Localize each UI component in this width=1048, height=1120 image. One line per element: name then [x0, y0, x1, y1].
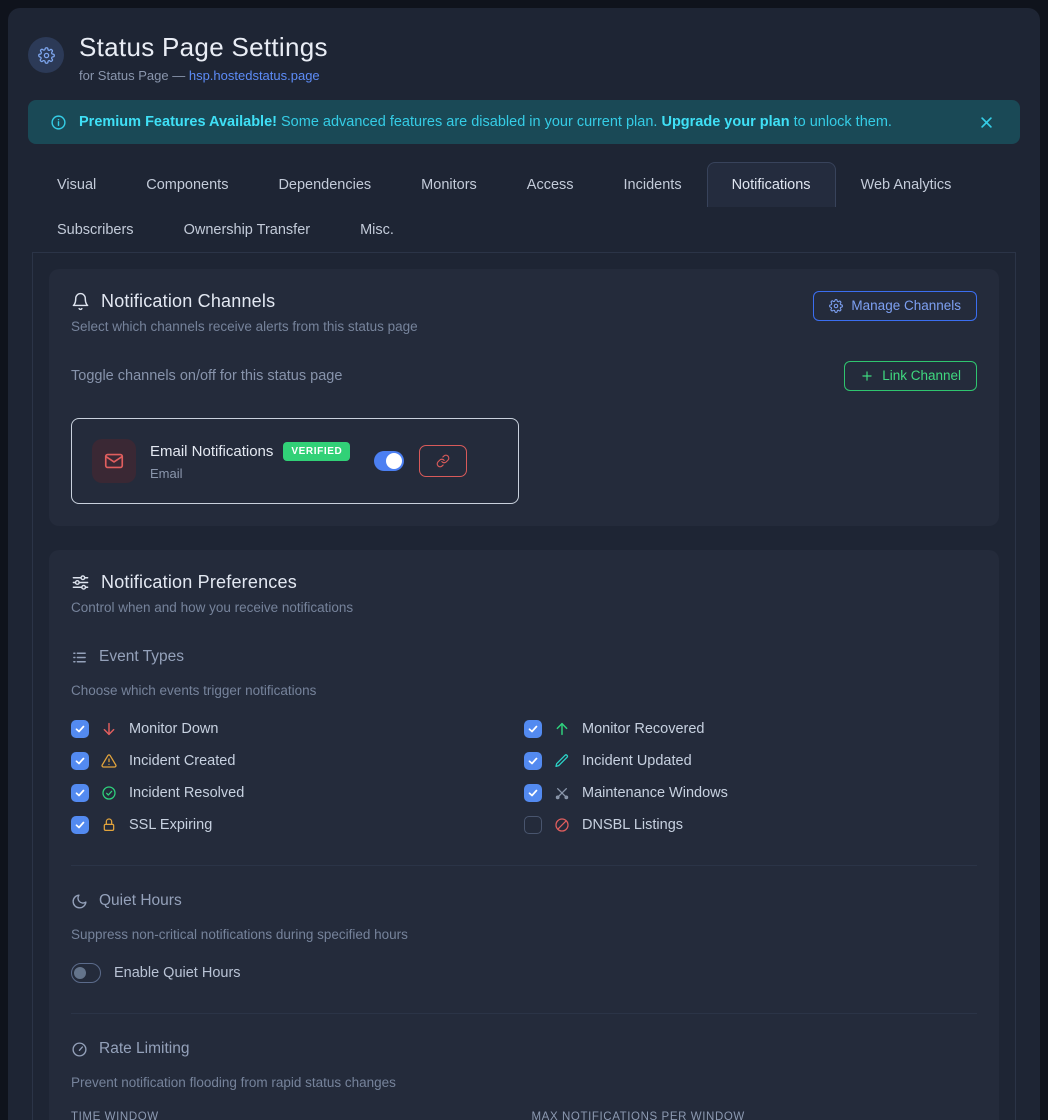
checkbox[interactable]	[524, 752, 542, 770]
pencil-icon	[553, 753, 571, 769]
section-divider	[71, 865, 977, 866]
notifications-tab-panel: Notification Channels Select which chann…	[32, 252, 1016, 1120]
channel-name: Email Notifications	[150, 443, 273, 460]
tab-subscribers[interactable]: Subscribers	[32, 207, 159, 252]
event-ssl-expiring[interactable]: SSL Expiring	[71, 815, 524, 835]
checkbox[interactable]	[524, 784, 542, 802]
rate-limiting-heading: Rate Limiting	[71, 1040, 977, 1058]
checkbox[interactable]	[71, 720, 89, 738]
channel-controls	[374, 445, 467, 477]
check-circle-icon	[100, 785, 118, 801]
verified-badge: VERIFIED	[283, 442, 350, 461]
tab-dependencies[interactable]: Dependencies	[253, 162, 396, 207]
tab-misc[interactable]: Misc.	[335, 207, 419, 252]
tab-ownership-transfer[interactable]: Ownership Transfer	[159, 207, 336, 252]
warning-triangle-icon	[100, 753, 118, 769]
status-page-url-link[interactable]: hsp.hostedstatus.page	[189, 68, 320, 83]
page-header: Status Page Settings for Status Page — h…	[8, 8, 1040, 83]
event-incident-resolved[interactable]: Incident Resolved	[71, 783, 524, 803]
email-channel-card: Email Notifications VERIFIED Email	[71, 418, 519, 504]
time-window-field: TIME WINDOW 15 minutes	[71, 1111, 517, 1120]
quiet-hours-section: Quiet Hours Suppress non-critical notifi…	[71, 892, 977, 983]
arrow-up-icon	[553, 721, 571, 737]
event-incident-updated[interactable]: Incident Updated	[524, 751, 977, 771]
channels-toggle-hint: Toggle channels on/off for this status p…	[71, 368, 342, 384]
notification-preferences-card: Notification Preferences Control when an…	[49, 550, 999, 1120]
checkbox[interactable]	[524, 816, 542, 834]
quiet-hours-description: Suppress non-critical notifications duri…	[71, 927, 977, 942]
page-subtitle: for Status Page — hsp.hostedstatus.page	[79, 68, 328, 83]
channels-heading-block: Notification Channels Select which chann…	[71, 291, 418, 334]
unlink-channel-button[interactable]	[419, 445, 467, 477]
event-monitor-recovered[interactable]: Monitor Recovered	[524, 719, 977, 739]
event-incident-created[interactable]: Incident Created	[71, 751, 524, 771]
banner-text: Premium Features Available! Some advance…	[79, 114, 892, 130]
envelope-icon	[92, 439, 136, 483]
list-icon	[71, 649, 88, 666]
gauge-icon	[71, 1041, 88, 1058]
tools-icon	[553, 785, 571, 801]
prohibited-icon	[553, 817, 571, 833]
event-monitor-down[interactable]: Monitor Down	[71, 719, 524, 739]
link-channel-button[interactable]: Link Channel	[844, 361, 977, 391]
arrow-down-icon	[100, 721, 118, 737]
section-divider	[71, 1013, 977, 1014]
channels-heading: Notification Channels	[71, 291, 418, 312]
premium-banner: Premium Features Available! Some advance…	[28, 100, 1020, 144]
event-dnsbl-listings[interactable]: DNSBL Listings	[524, 815, 977, 835]
event-maintenance-windows[interactable]: Maintenance Windows	[524, 783, 977, 803]
tab-web-analytics[interactable]: Web Analytics	[836, 162, 977, 207]
channel-info: Email Notifications VERIFIED Email	[150, 442, 350, 481]
plus-icon	[860, 369, 874, 383]
tab-access[interactable]: Access	[502, 162, 599, 207]
upgrade-plan-link[interactable]: Upgrade your plan	[661, 114, 789, 130]
gear-icon	[829, 299, 843, 313]
settings-tab-bar: Visual Components Dependencies Monitors …	[8, 162, 1040, 252]
event-types-grid: Monitor Down Monitor Recovered Incident …	[71, 719, 977, 835]
quiet-hours-toggle-label: Enable Quiet Hours	[114, 965, 241, 981]
checkbox[interactable]	[71, 752, 89, 770]
time-window-label: TIME WINDOW	[71, 1111, 517, 1120]
close-icon[interactable]	[975, 111, 998, 134]
channels-subtitle: Select which channels receive alerts fro…	[71, 319, 418, 334]
status-page-settings-app: Status Page Settings for Status Page — h…	[8, 8, 1040, 1120]
event-types-heading: Event Types	[71, 648, 977, 666]
quiet-hours-heading: Quiet Hours	[71, 892, 977, 910]
page-title: Status Page Settings	[79, 32, 328, 63]
bell-icon	[71, 292, 90, 311]
tab-incidents[interactable]: Incidents	[599, 162, 707, 207]
lock-icon	[100, 817, 118, 833]
manage-channels-button[interactable]: Manage Channels	[813, 291, 977, 321]
tab-monitors[interactable]: Monitors	[396, 162, 502, 207]
gear-icon	[28, 37, 64, 73]
enable-quiet-hours-toggle[interactable]	[71, 963, 101, 983]
tab-notifications[interactable]: Notifications	[707, 162, 836, 207]
checkbox[interactable]	[71, 784, 89, 802]
rate-limiting-description: Prevent notification flooding from rapid…	[71, 1075, 977, 1090]
sliders-icon	[71, 573, 90, 592]
channel-type: Email	[150, 466, 350, 481]
email-channel-toggle[interactable]	[374, 451, 404, 471]
preferences-subtitle: Control when and how you receive notific…	[71, 600, 977, 615]
page-title-block: Status Page Settings for Status Page — h…	[79, 32, 328, 83]
max-notifications-field: MAX NOTIFICATIONS PER WINDOW	[532, 1111, 978, 1120]
moon-icon	[71, 893, 88, 910]
info-icon	[50, 114, 67, 131]
rate-limiting-section: Rate Limiting Prevent notification flood…	[71, 1040, 977, 1120]
checkbox[interactable]	[524, 720, 542, 738]
checkbox[interactable]	[71, 816, 89, 834]
event-types-description: Choose which events trigger notification…	[71, 683, 977, 698]
max-notifications-label: MAX NOTIFICATIONS PER WINDOW	[532, 1111, 978, 1120]
chain-link-icon	[436, 454, 450, 468]
notification-channels-card: Notification Channels Select which chann…	[49, 269, 999, 526]
tab-visual[interactable]: Visual	[32, 162, 121, 207]
tab-components[interactable]: Components	[121, 162, 253, 207]
event-types-section: Event Types Choose which events trigger …	[71, 648, 977, 835]
preferences-heading: Notification Preferences	[71, 572, 977, 593]
